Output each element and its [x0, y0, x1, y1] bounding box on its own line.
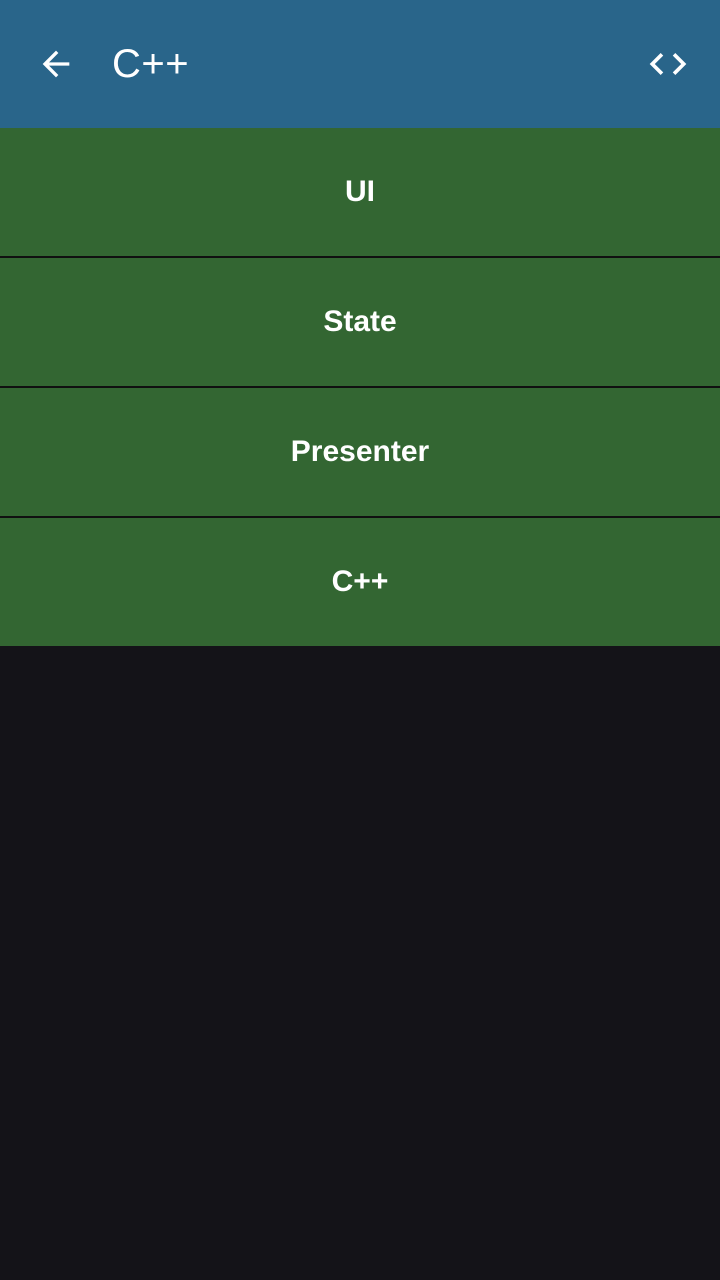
list-item-cpp[interactable]: C++ — [0, 518, 720, 646]
list-item-presenter[interactable]: Presenter — [0, 388, 720, 516]
arrow-back-icon — [42, 50, 70, 78]
code-button[interactable] — [638, 34, 698, 94]
page-title: C++ — [112, 42, 190, 86]
list-item-label: Presenter — [290, 435, 430, 468]
list-item-label: UI — [345, 175, 375, 208]
list-item-ui[interactable]: UI — [0, 128, 720, 256]
list-item-label: State — [323, 305, 397, 338]
code-brackets-icon — [649, 53, 687, 75]
menu-list: UI State Presenter C++ — [0, 128, 720, 646]
back-button[interactable] — [26, 34, 86, 94]
app-bar: C++ — [0, 0, 720, 128]
list-item-label: C++ — [331, 565, 389, 598]
list-item-state[interactable]: State — [0, 258, 720, 386]
